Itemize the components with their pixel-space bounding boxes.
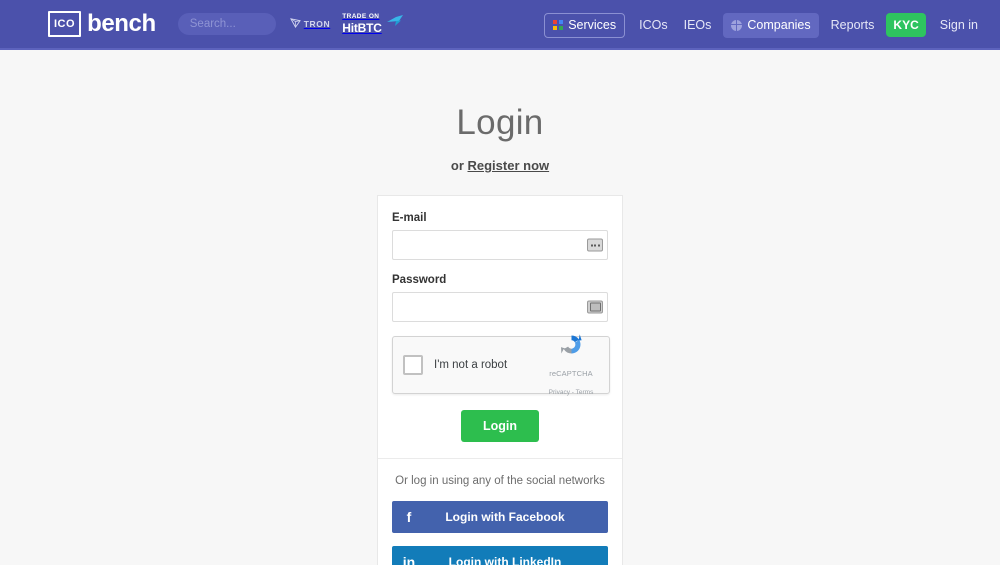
- password-field-wrap: [392, 292, 608, 322]
- password-label: Password: [392, 274, 447, 286]
- hitbtc-label: TRADE ON HitBTC: [342, 13, 382, 35]
- email-field-wrap: [392, 230, 608, 260]
- main-navigation: Services ICOs IEOs Companies Reports KYC…: [544, 0, 986, 50]
- tron-logo-icon: [289, 15, 301, 33]
- site-header: ICO bench TRON TRADE ON HitBTC: [0, 0, 1000, 50]
- recaptcha-branding: reCAPTCHA Privacy - Terms: [543, 331, 599, 399]
- recaptcha-logo-icon: [558, 334, 585, 362]
- nav-services-label: Services: [568, 17, 617, 32]
- recaptcha-label: I'm not a robot: [434, 359, 508, 371]
- hitbtc-name-text: HitBTC: [342, 20, 382, 35]
- hitbtc-logo-icon: [386, 15, 403, 33]
- recaptcha-checkbox[interactable]: [403, 355, 423, 375]
- hitbtc-partner-link[interactable]: TRADE ON HitBTC: [342, 13, 403, 35]
- facebook-login-button[interactable]: f Login with Facebook: [392, 501, 608, 533]
- register-now-link[interactable]: Register now: [468, 158, 550, 173]
- login-submit-button[interactable]: Login: [460, 410, 539, 442]
- autofill-suggestion-icon[interactable]: [587, 238, 603, 252]
- linkedin-icon: in: [402, 554, 416, 565]
- hitbtc-trade-on-text: TRADE ON: [342, 13, 380, 21]
- brand-logo-link[interactable]: ICO bench: [48, 9, 156, 39]
- register-prompt: or Register now: [0, 158, 1000, 173]
- login-button-row: Login: [392, 394, 608, 458]
- partner-logos: TRON TRADE ON HitBTC: [289, 13, 403, 35]
- linkedin-login-label: Login with LinkedIn: [448, 555, 562, 565]
- nav-kyc-badge[interactable]: KYC: [886, 13, 926, 37]
- recaptcha-privacy-terms[interactable]: Privacy - Terms: [549, 389, 594, 396]
- ico-bench-logo-mark: ICO: [48, 11, 82, 37]
- ico-bench-logo-word: bench: [87, 10, 156, 37]
- facebook-login-label: Login with Facebook: [445, 510, 565, 524]
- nav-companies-label: Companies: [747, 17, 811, 32]
- nav-ieos-link[interactable]: IEOs: [676, 13, 720, 38]
- recaptcha-brand-name: reCAPTCHA: [549, 369, 593, 378]
- grid-icon: [553, 20, 564, 30]
- password-input[interactable]: [392, 292, 608, 322]
- globe-icon: [731, 19, 743, 31]
- password-manager-key-icon[interactable]: [587, 300, 603, 314]
- recaptcha-widget[interactable]: I'm not a robot reCAPTCHA Privacy - Term…: [392, 334, 610, 396]
- or-text: or: [450, 158, 464, 173]
- nav-icos-link[interactable]: ICOs: [631, 13, 675, 38]
- tron-partner-link[interactable]: TRON: [289, 15, 331, 33]
- email-input[interactable]: [392, 230, 608, 260]
- login-page: Login or Register now E-mail Password I'…: [0, 50, 1000, 565]
- page-title: Login: [456, 103, 544, 142]
- email-label: E-mail: [392, 212, 427, 224]
- social-login-hint: Or log in using any of the social networ…: [395, 475, 605, 487]
- nav-signin-link[interactable]: Sign in: [932, 13, 986, 38]
- nav-services-button[interactable]: Services: [544, 12, 626, 38]
- nav-companies-link[interactable]: Companies: [723, 12, 819, 38]
- nav-reports-link[interactable]: Reports: [823, 13, 883, 38]
- linkedin-login-button[interactable]: in Login with LinkedIn: [392, 546, 608, 565]
- search-input[interactable]: [177, 13, 276, 35]
- facebook-icon: f: [406, 509, 412, 525]
- login-card: E-mail Password I'm not a robot reCAPTCH…: [377, 195, 623, 565]
- tron-label: TRON: [303, 19, 331, 29]
